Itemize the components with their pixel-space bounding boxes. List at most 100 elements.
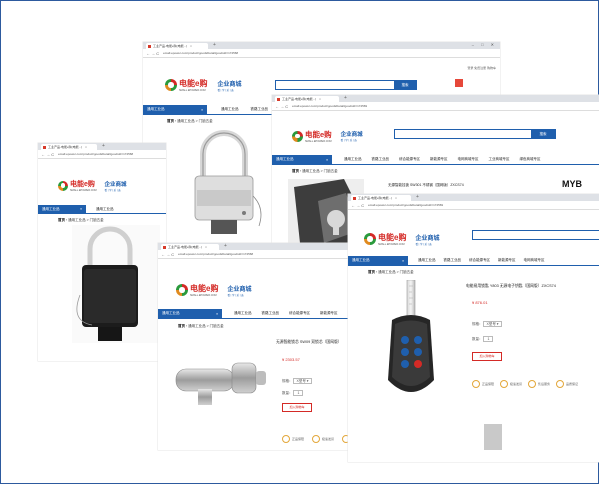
spec-select[interactable]: X型号 ▾ <box>483 321 502 327</box>
add-to-cart-button[interactable]: 加入购物车 <box>282 403 312 412</box>
nav-item[interactable]: 铁路工业品 <box>372 155 390 164</box>
brand-name: 电能 <box>70 181 84 188</box>
nav-category[interactable]: 通用工业品 ≡ <box>272 155 332 164</box>
nav-item[interactable]: 综合能源专区 <box>399 155 420 164</box>
url-field[interactable]: emall.epower.com/product/goodsDetail/goo… <box>368 203 443 207</box>
logo[interactable]: 电能e购 SMALL.EPOWER.COM 企业商城 看 | 学 | 采 | 选 <box>364 232 439 246</box>
nav-category[interactable]: 通用工业品 ≡ <box>143 105 207 114</box>
search-box[interactable] <box>472 230 599 240</box>
product-price: ¥ 2303.57 <box>282 357 300 362</box>
nav-category[interactable]: 通用工业品 ≡ <box>158 309 222 318</box>
nav-item[interactable]: 铁路工业品 <box>444 256 462 265</box>
spec-select[interactable]: X型号 ▾ <box>293 378 312 384</box>
breadcrumb-home[interactable]: 首页 <box>368 270 375 274</box>
logo[interactable]: 电能e购 SMALL.EPOWER.COM 企业商城 看 | 学 | 采 | 选 <box>165 78 241 92</box>
brand-suffix: 购 <box>199 79 208 88</box>
add-to-cart-button[interactable]: 加入购物车 <box>472 352 502 361</box>
new-tab-icon[interactable]: + <box>224 243 227 249</box>
brand-domain: SMALL.EPOWER.COM <box>70 189 97 192</box>
brand-name: 电能 <box>179 79 195 88</box>
nav-arrows-icon[interactable]: ← → C <box>351 203 364 208</box>
close-icon[interactable]: × <box>319 97 321 101</box>
product-image-keypad-key <box>388 280 434 392</box>
nav-item[interactable]: 工业商城专区 <box>489 155 510 164</box>
address-bar: ← → C emall.epower.com/product/goodsDeta… <box>143 49 500 58</box>
close-icon[interactable]: × <box>85 145 87 149</box>
breadcrumb-home[interactable]: 首页 <box>58 218 65 222</box>
menu-icon: ≡ <box>200 107 203 112</box>
nav-arrows-icon[interactable]: ← → C <box>146 51 159 56</box>
close-icon[interactable]: × <box>395 196 397 200</box>
nav-item[interactable]: 综合能源专区 <box>469 256 490 265</box>
spec-row: 规格： X型号 ▾ <box>472 321 502 327</box>
breadcrumb-home[interactable]: 首页 <box>292 169 299 173</box>
main-nav: 通用工业品 ≡ 通用工业品 <box>38 205 166 214</box>
close-icon[interactable]: × <box>190 44 192 48</box>
nav-item[interactable]: 通用工业品 <box>221 105 239 114</box>
breadcrumb-path[interactable]: 通用工业品 > 门锁五金 <box>188 324 224 328</box>
nav-item[interactable]: 绿色商城专区 <box>520 155 541 164</box>
qty-input[interactable]: 1 <box>483 336 494 342</box>
nav-arrows-icon[interactable]: ← → C <box>41 152 54 157</box>
nav-item[interactable]: 铁路工业品 <box>251 105 269 114</box>
search-box[interactable]: 搜索 <box>394 129 556 139</box>
nav-item[interactable]: 铁路工业品 <box>262 309 280 318</box>
brand-domain: SMALL.EPOWER.COM <box>179 89 206 92</box>
brand-suffix: 购 <box>87 181 95 188</box>
enterprise-label: 企业商城 <box>217 81 242 88</box>
url-field[interactable]: emall.epower.com/product/goodsDetail/goo… <box>292 104 367 108</box>
nav-item[interactable]: 通用工业品 <box>234 309 252 318</box>
logo[interactable]: 电能e购 SMALL.EPOWER.COM 企业商城 看 | 学 | 采 | 选 <box>292 129 363 143</box>
url-field[interactable]: emall.epower.com/product/goodsDetail/goo… <box>178 252 253 256</box>
breadcrumb-home[interactable]: 首页 <box>178 324 185 328</box>
nav-item[interactable]: 新能源专区 <box>320 309 338 318</box>
logo[interactable]: 电能e购 SMALL.EPOWER.COM 企业商城 看 | 学 | 采 | 选 <box>58 179 127 192</box>
nav-item[interactable]: 新能源专区 <box>430 155 448 164</box>
top-links[interactable]: 登录 免费注册 购物车 <box>467 66 496 70</box>
url-field[interactable]: emall.epower.com/product/goodsDetail/goo… <box>58 152 133 156</box>
qty-row: 数量： 1 <box>472 336 494 342</box>
search-button[interactable]: 搜索 <box>531 130 555 138</box>
breadcrumb-path[interactable]: 通用工业品 > 门锁五金 <box>302 169 338 173</box>
enterprise-label: 企业商城 <box>227 286 252 293</box>
url-field[interactable]: emall.epower.com/product/goodsDetail/goo… <box>163 51 238 55</box>
qty-input[interactable]: 1 <box>293 390 304 396</box>
logo-mark-icon <box>364 233 376 245</box>
nav-item[interactable]: 新能源专区 <box>498 256 516 265</box>
new-tab-icon[interactable]: + <box>213 42 216 48</box>
new-tab-icon[interactable]: + <box>102 143 105 149</box>
window-controls[interactable]: – □ ✕ <box>472 42 497 47</box>
tab-title: 工业产品-电能e购(电能...) <box>282 97 317 101</box>
nav-category[interactable]: 通用工业品 ≡ <box>38 205 86 213</box>
breadcrumb-home[interactable]: 首页 <box>167 119 174 123</box>
cart-icon[interactable] <box>455 79 463 87</box>
new-tab-icon[interactable]: + <box>344 95 347 101</box>
nav-item[interactable]: 通用工业品 <box>96 205 114 213</box>
logo-mark-icon <box>176 284 188 296</box>
breadcrumb-path[interactable]: 通用工业品 > 门锁五金 <box>378 270 414 274</box>
breadcrumb: 首页 › 通用工业品 > 门锁五金 <box>167 119 213 123</box>
search-box[interactable]: 搜索 <box>275 80 417 90</box>
main-nav: 通用工业品 ≡ 通用工业品 铁路工业品 综合能源专区 新能源专区 电网商城专区 <box>348 256 599 266</box>
nav-item[interactable]: 电网商城专区 <box>524 256 545 265</box>
breadcrumb-path[interactable]: 通用工业品 > 门锁五金 <box>177 119 213 123</box>
tab-title: 工业产品-电能e购(电能...) <box>153 44 188 48</box>
nav-item[interactable]: 电网商城专区 <box>458 155 479 164</box>
back-to-top-icon[interactable] <box>484 424 502 450</box>
nav-item[interactable]: 通用工业品 <box>418 256 436 265</box>
nav-item[interactable]: 通用工业品 <box>344 155 362 164</box>
breadcrumb-path[interactable]: 通用工业品 > 门锁五金 <box>68 218 104 222</box>
enterprise-label: 企业商城 <box>340 132 363 138</box>
logo[interactable]: 电能e购 SMALL.EPOWER.COM 企业商城 看 | 学 | 采 | 选 <box>176 283 251 297</box>
nav-category[interactable]: 通用工业品 ≡ <box>348 256 408 265</box>
logo-mark-icon <box>58 180 68 191</box>
nav-item[interactable]: 综合能源专区 <box>289 309 310 318</box>
product-image-cylinder <box>175 362 266 405</box>
new-tab-icon[interactable]: + <box>416 194 419 200</box>
close-icon[interactable]: × <box>205 245 207 249</box>
nav-arrows-icon[interactable]: ← → C <box>275 104 288 109</box>
search-button[interactable]: 搜索 <box>394 81 416 89</box>
brand-domain: SMALL.EPOWER.COM <box>378 243 405 246</box>
browser-window-e: 工业产品-电能e购(电能...) × + ← → C emall.epower.… <box>348 194 599 462</box>
nav-arrows-icon[interactable]: ← → C <box>161 252 174 257</box>
